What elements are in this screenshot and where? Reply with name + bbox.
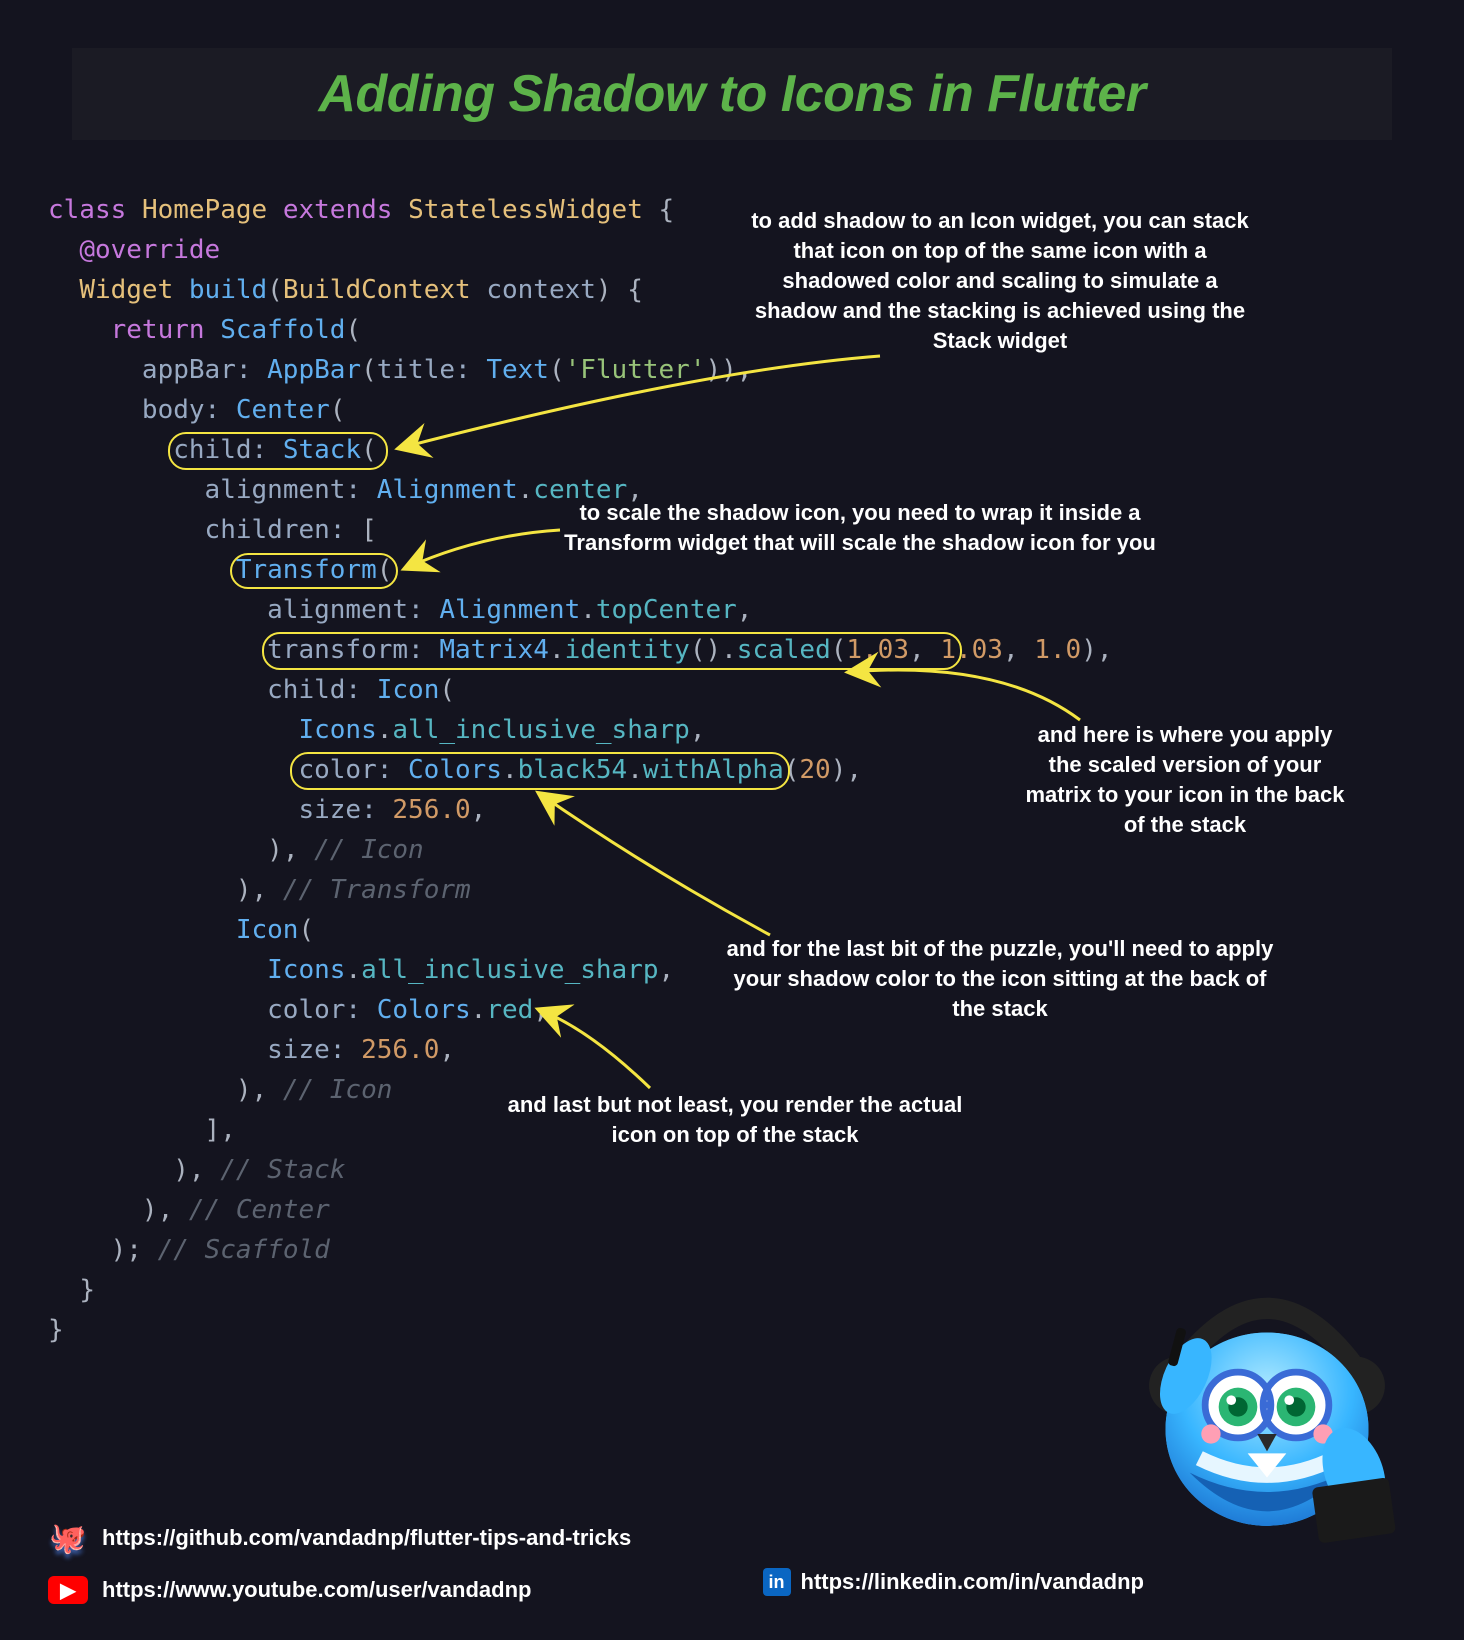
footer: 🐙 https://github.com/vandadnp/flutter-ti… [48,1500,1416,1604]
github-icon: 🐙 [48,1524,88,1552]
youtube-link[interactable]: ▶ https://www.youtube.com/user/vandadnp [48,1576,1416,1604]
linkedin-url: https://linkedin.com/in/vandadnp [801,1569,1144,1595]
github-url: https://github.com/vandadnp/flutter-tips… [102,1525,631,1551]
youtube-url: https://www.youtube.com/user/vandadnp [102,1577,531,1603]
github-link[interactable]: 🐙 https://github.com/vandadnp/flutter-ti… [48,1524,1416,1552]
annot-scaled: and here is where you apply the scaled v… [1020,720,1350,840]
annot-actual-icon: and last but not least, you render the a… [500,1090,970,1150]
annot-stack: to add shadow to an Icon widget, you can… [740,206,1260,356]
page-title: Adding Shadow to Icons in Flutter [318,64,1145,124]
annot-shadow-color: and for the last bit of the puzzle, you'… [720,934,1280,1024]
linkedin-link[interactable]: in https://linkedin.com/in/vandadnp [763,1568,1144,1596]
code-block: class HomePage extends StatelessWidget {… [48,190,1113,1350]
youtube-icon: ▶ [48,1576,88,1604]
annot-transform: to scale the shadow icon, you need to wr… [560,498,1160,558]
title-bar: Adding Shadow to Icons in Flutter [72,48,1392,140]
linkedin-icon: in [763,1568,791,1596]
